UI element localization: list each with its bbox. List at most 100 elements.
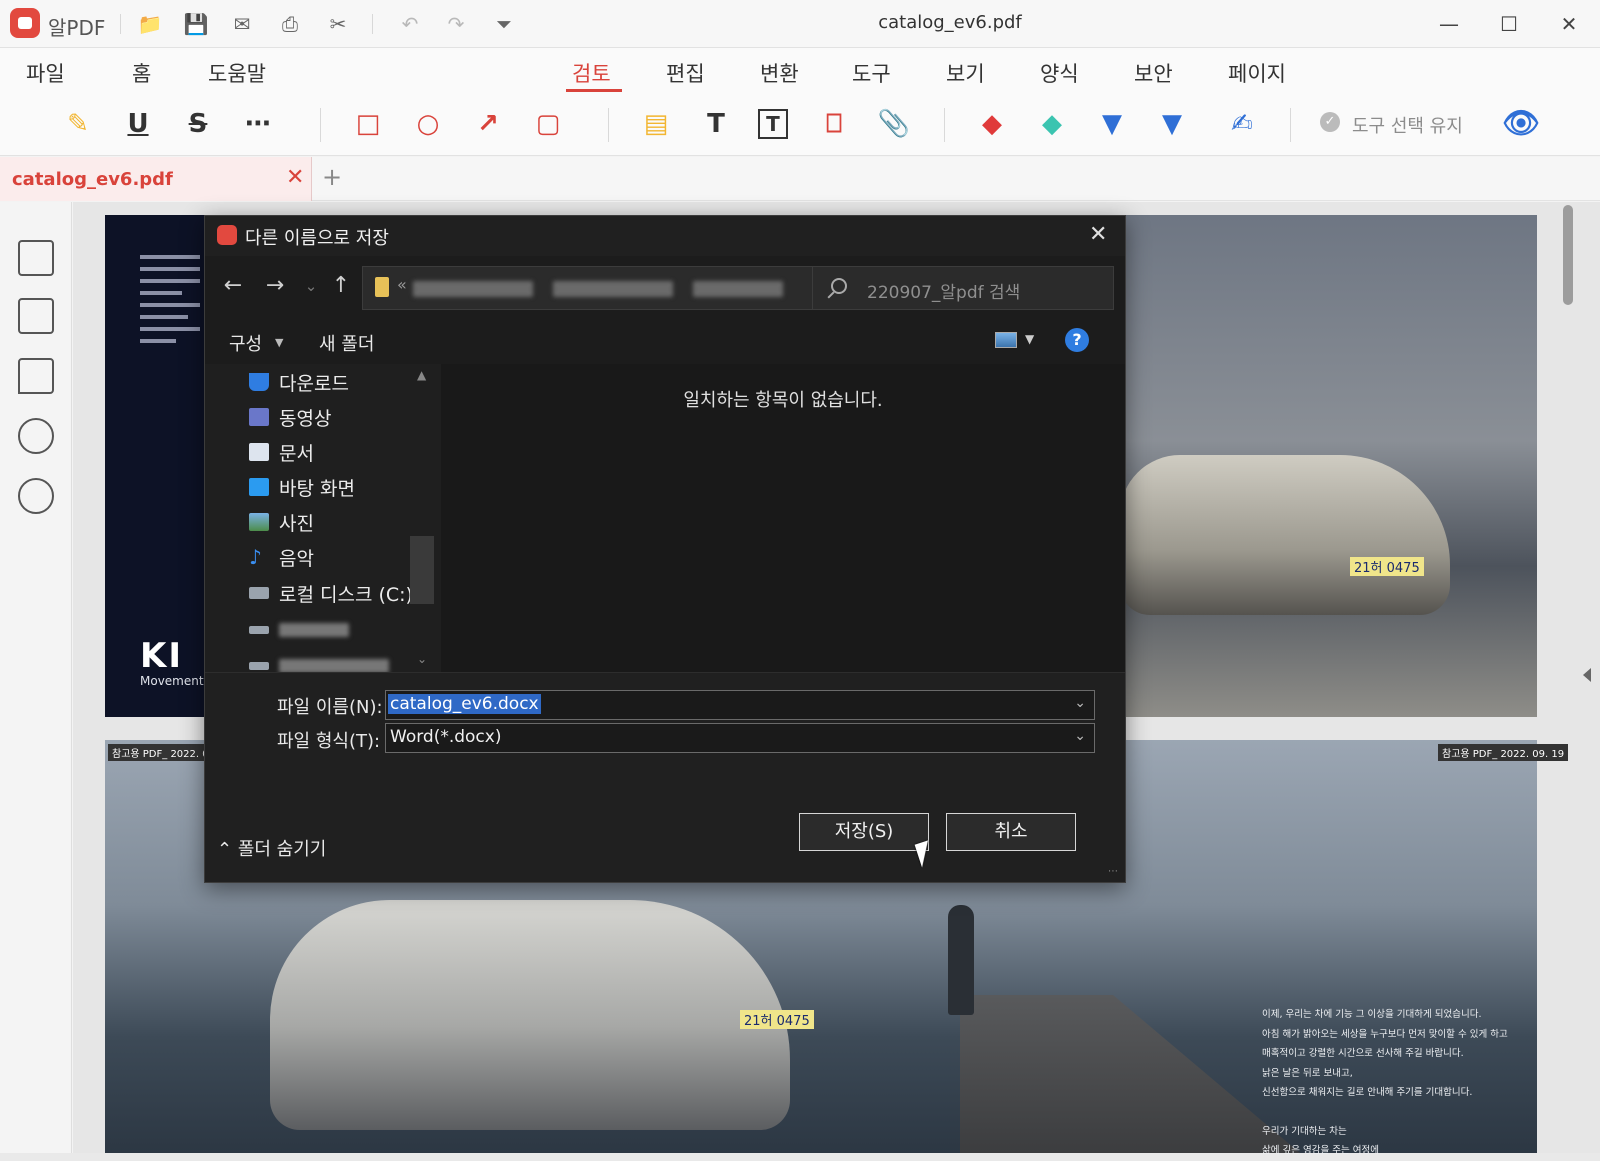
nav-item-downloads[interactable]: 다운로드 — [249, 366, 349, 398]
filetype-dropdown-icon[interactable]: ⌄ — [1074, 728, 1086, 744]
arrow-icon[interactable]: ↗ — [470, 106, 506, 142]
more-markup-icon[interactable]: ⋯ — [240, 106, 276, 142]
menu-help[interactable]: 도움말 — [208, 58, 266, 88]
nav-item-music[interactable]: ♪ 음악 — [249, 541, 314, 573]
strikethrough-icon[interactable]: S — [180, 106, 216, 142]
back-icon[interactable]: ← — [217, 270, 249, 302]
close-dialog-icon[interactable]: ✕ — [1089, 222, 1107, 247]
recent-locations-icon[interactable]: ⌄ — [295, 270, 327, 302]
stamp-icon[interactable]: ▼ — [1094, 106, 1130, 142]
chevron-up-icon: ⌃ — [217, 839, 233, 860]
minimize-icon[interactable]: — — [1426, 8, 1472, 40]
maximize-icon[interactable]: ☐ — [1486, 8, 1532, 40]
forward-icon[interactable]: → — [259, 270, 291, 302]
new-tab-button[interactable]: + — [322, 163, 342, 191]
cancel-button[interactable]: 취소 — [946, 813, 1076, 851]
organize-button[interactable]: 구성 — [229, 330, 262, 356]
view-options-icon[interactable] — [995, 332, 1017, 348]
app-logo-icon — [217, 225, 237, 245]
text-icon[interactable]: T — [698, 106, 734, 142]
text-line: 이제, 우리는 차에 기능 그 이상을 기대하게 되었습니다. — [1262, 1009, 1482, 1020]
search-panel-icon[interactable] — [18, 478, 54, 514]
thumbnail-panel-icon[interactable] — [18, 240, 54, 276]
save-fields-area: 파일 이름(N): catalog_ev6.docx ⌄ 파일 형식(T): W… — [205, 672, 1125, 882]
highlight-icon[interactable]: ✎ — [60, 106, 96, 142]
tab-catalog-ev6[interactable]: catalog_ev6.pdf ✕ — [0, 157, 312, 201]
resize-grip-icon[interactable]: ⋯ — [1108, 866, 1118, 877]
redacted-path — [693, 281, 783, 297]
breadcrumb-overflow-icon[interactable]: « — [397, 275, 407, 294]
menu-home[interactable]: 홈 — [132, 58, 151, 88]
nav-label: 문서 — [279, 442, 314, 465]
ellipse-icon[interactable]: ○ — [410, 106, 446, 142]
nav-item-desktop[interactable]: 바탕 화면 — [249, 471, 355, 503]
shape-dropdown-icon[interactable]: ▢ — [530, 106, 566, 142]
menu-forms[interactable]: 양식 — [1040, 58, 1079, 88]
file-list-pane: 일치하는 항목이 없습니다. — [441, 364, 1125, 672]
menu-convert[interactable]: 변환 — [760, 58, 799, 88]
up-folder-icon[interactable]: ↑ — [325, 270, 357, 302]
bookmark-icon[interactable] — [18, 298, 54, 334]
close-window-icon[interactable]: ✕ — [1546, 8, 1592, 40]
eraser-red-icon[interactable]: ◆ — [974, 106, 1010, 142]
rectangle-icon[interactable]: □ — [350, 106, 386, 142]
underline-icon[interactable]: U — [120, 106, 156, 142]
comment-icon[interactable] — [18, 358, 54, 394]
nav-label: 음악 — [279, 547, 314, 570]
print-icon[interactable]: ⎙ — [276, 10, 304, 38]
view-dropdown-icon[interactable]: ▼ — [1025, 332, 1034, 346]
menu-file[interactable]: 파일 — [26, 58, 65, 88]
textbox-icon[interactable]: T — [758, 109, 788, 139]
filename-dropdown-icon[interactable]: ⌄ — [1074, 695, 1086, 711]
check-icon[interactable]: ✓ — [1320, 112, 1340, 132]
scroll-up-icon[interactable]: ▲ — [417, 368, 426, 382]
nav-item-drive[interactable] — [249, 614, 349, 646]
sticky-note-icon[interactable]: ▤ — [638, 106, 674, 142]
nav-item-videos[interactable]: 동영상 — [249, 401, 331, 433]
address-bar: ← → ⌄ ↑ « ⌄ ↻ 220907_알pdf 검색 — [205, 256, 1125, 318]
callout-icon[interactable]: ⎕ — [816, 106, 852, 142]
document-scrollbar[interactable] — [1563, 205, 1573, 305]
open-folder-icon[interactable]: 📁 — [136, 10, 164, 38]
filename-input[interactable]: catalog_ev6.docx ⌄ — [385, 690, 1095, 720]
save-button[interactable]: 저장(S) — [799, 813, 929, 851]
nav-item-pictures[interactable]: 사진 — [249, 506, 314, 538]
nav-scrollbar-thumb[interactable] — [410, 536, 434, 604]
filetype-select[interactable]: Word(*.docx) ⌄ — [385, 723, 1095, 753]
eraser-teal-icon[interactable]: ◆ — [1034, 106, 1070, 142]
menu-review[interactable]: 검토 — [572, 58, 611, 88]
save-icon[interactable]: 💾 — [182, 10, 210, 38]
menu-edit[interactable]: 편집 — [666, 58, 705, 88]
menu-bar: 파일 홈 도움말 검토 편집 변환 도구 보기 양식 보안 페이지 — [0, 48, 1600, 94]
organize-caret-icon[interactable]: ▼ — [275, 336, 283, 349]
hide-folders-button[interactable]: ⌃ 폴더 숨기기 — [217, 835, 326, 861]
undo-icon[interactable]: ↶ — [396, 10, 424, 38]
active-menu-indicator — [566, 89, 622, 92]
keep-tool-selection-label[interactable]: 도구 선택 유지 — [1352, 112, 1463, 138]
attachment-panel-icon[interactable] — [18, 418, 54, 454]
nav-item-local-disk[interactable]: 로컬 디스크 (C:) — [249, 577, 413, 609]
search-icon — [831, 278, 847, 294]
signature-icon[interactable]: ✍ — [1224, 106, 1260, 142]
customize-dropdown-icon[interactable]: ⏷ — [490, 10, 518, 38]
expand-right-panel-icon[interactable] — [1583, 668, 1591, 682]
attachment-icon[interactable]: 📎 — [876, 106, 912, 142]
divider — [320, 108, 321, 142]
new-folder-button[interactable]: 새 폴더 — [319, 330, 374, 356]
nav-item-documents[interactable]: 문서 — [249, 436, 314, 468]
scroll-down-icon[interactable]: ⌄ — [417, 652, 427, 666]
nav-label: 로컬 디스크 (C:) — [279, 583, 413, 606]
help-icon[interactable]: ? — [1065, 328, 1089, 352]
menu-page[interactable]: 페이지 — [1228, 58, 1286, 88]
menu-view[interactable]: 보기 — [946, 58, 985, 88]
stamp-dropdown-icon[interactable]: ▼ — [1154, 106, 1190, 142]
menu-security[interactable]: 보안 — [1134, 58, 1173, 88]
close-tab-icon[interactable]: ✕ — [286, 165, 304, 190]
redo-icon[interactable]: ↷ — [442, 10, 470, 38]
email-icon[interactable]: ✉ — [228, 10, 256, 38]
menu-tools[interactable]: 도구 — [852, 58, 891, 88]
scissors-icon[interactable]: ✂ — [324, 10, 352, 38]
search-input[interactable]: 220907_알pdf 검색 — [812, 266, 1114, 310]
text-line: 우리가 기대하는 차는 — [1262, 1125, 1347, 1137]
eye-icon[interactable]: 👁 — [1502, 106, 1540, 142]
